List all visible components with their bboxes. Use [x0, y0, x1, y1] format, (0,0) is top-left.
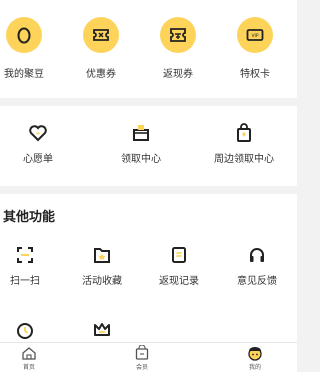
my-beans-label: 我的聚豆 — [4, 69, 44, 80]
tab-mine-label: 我的 — [248, 364, 261, 371]
heart-icon — [27, 122, 49, 144]
profile-icon — [248, 347, 262, 361]
coupon-label: 优惠券 — [86, 69, 116, 80]
activity-favorites-label: 活动收藏 — [82, 276, 122, 287]
crown-icon — [91, 318, 113, 340]
coupon-icon — [83, 17, 119, 53]
feedback-item[interactable]: 意见反馈 — [237, 244, 277, 287]
gift-box-icon — [130, 122, 152, 144]
wishlist-item[interactable]: 心愿单 — [23, 122, 53, 165]
merch-claim-center-label: 周边领取中心 — [214, 154, 274, 165]
services-panel: 心愿单 领取中心 周边领取中心 — [0, 106, 297, 186]
wishlist-label: 心愿单 — [23, 154, 53, 165]
cashback-records-item[interactable]: 返现记录 — [159, 244, 199, 287]
shopping-bag-icon — [233, 122, 255, 144]
vip-card-shortcut[interactable]: VIP 特权卡 — [237, 17, 273, 80]
vip-card-icon: VIP — [237, 17, 273, 53]
clock-icon — [14, 320, 36, 342]
tab-member[interactable]: 会员 — [132, 345, 152, 371]
scan-icon — [14, 244, 36, 266]
cashback-coupon-icon — [160, 17, 196, 53]
favorite-folder-icon — [91, 244, 113, 266]
claim-center-label: 领取中心 — [121, 154, 161, 165]
tab-member-label: 会员 — [135, 364, 148, 371]
scan-item[interactable]: 扫一扫 — [10, 244, 40, 287]
activity-favorites-item[interactable]: 活动收藏 — [82, 244, 122, 287]
cashback-records-label: 返现记录 — [159, 276, 199, 287]
tab-mine[interactable]: 我的 — [245, 345, 265, 371]
my-beans-shortcut[interactable]: 我的聚豆 — [4, 17, 44, 80]
coupon-shortcut[interactable]: 优惠券 — [83, 17, 119, 80]
merch-claim-center-item[interactable]: 周边领取中心 — [214, 122, 274, 165]
svg-text:VIP: VIP — [251, 33, 258, 39]
other-functions-panel: 其他功能 扫一扫 活动收藏 返现记录 意见反馈 — [0, 194, 297, 342]
bean-icon — [6, 17, 42, 53]
tab-home[interactable]: 首页 — [19, 345, 39, 371]
feedback-label: 意见反馈 — [237, 276, 277, 287]
other-functions-title: 其他功能 — [3, 210, 56, 225]
top-shortcuts-panel: 我的聚豆 优惠券 返现券 VIP 特权卡 — [0, 0, 297, 98]
record-icon — [168, 244, 190, 266]
scan-label: 扫一扫 — [10, 276, 40, 287]
tab-home-label: 首页 — [22, 364, 35, 371]
vip-card-label: 特权卡 — [240, 69, 270, 80]
home-icon — [22, 347, 36, 360]
member-icon — [135, 345, 149, 360]
cashback-coupon-label: 返现券 — [163, 69, 193, 80]
headset-icon — [246, 244, 268, 266]
bottom-tab-bar: 首页 会员 我的 — [0, 342, 297, 372]
cashback-coupon-shortcut[interactable]: 返现券 — [160, 17, 196, 80]
claim-center-item[interactable]: 领取中心 — [121, 122, 161, 165]
